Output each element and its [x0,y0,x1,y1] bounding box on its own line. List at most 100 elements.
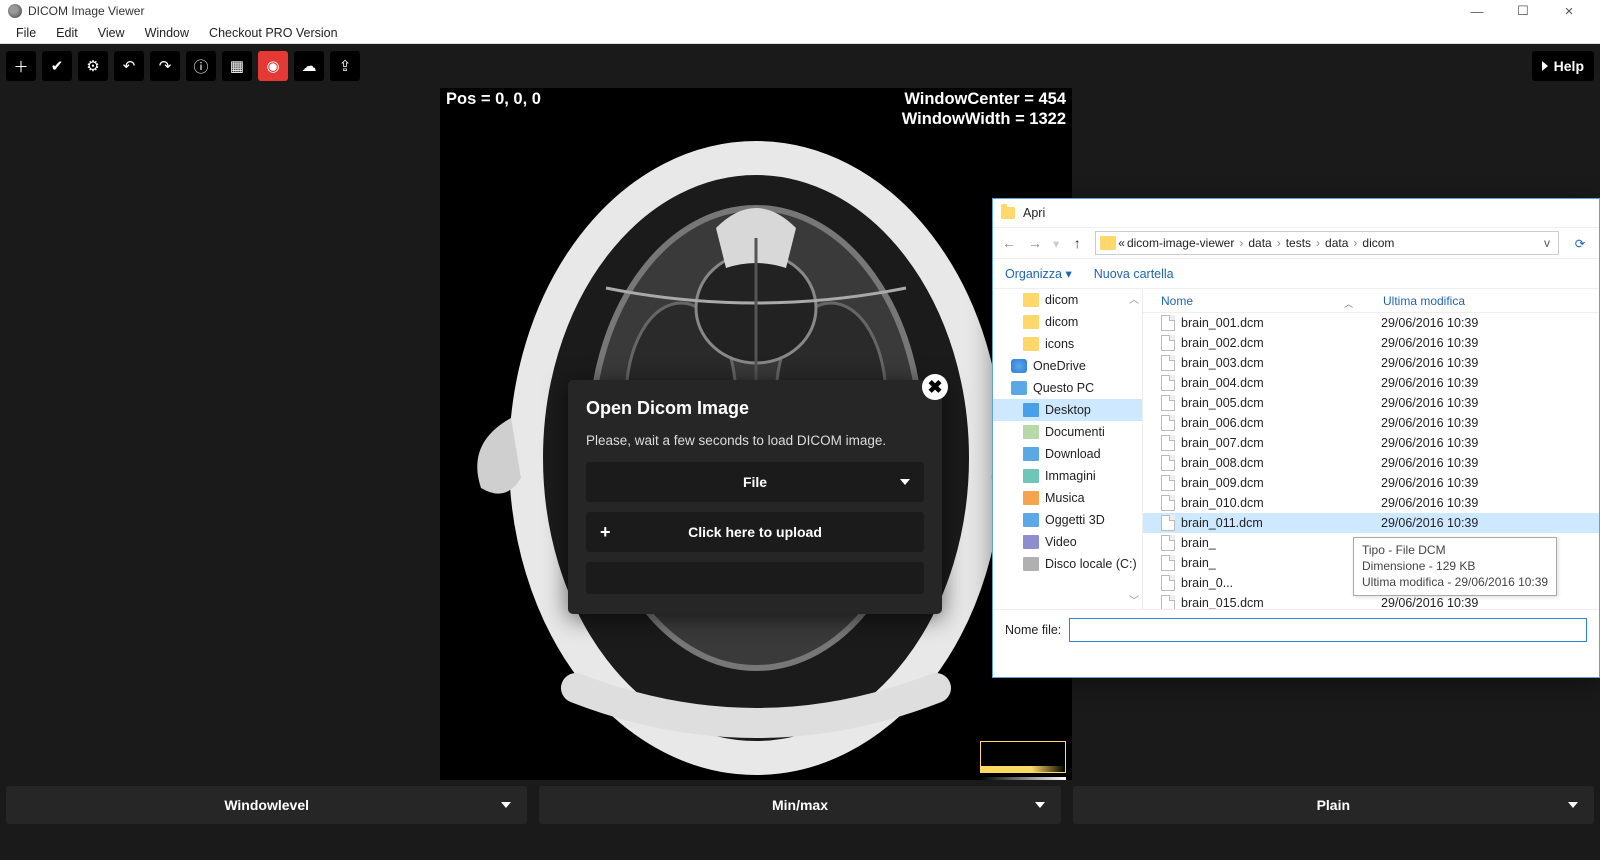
new-folder-button[interactable]: Nuova cartella [1094,267,1174,281]
dialog-file-list[interactable]: Nome︿ Ultima modifica brain_001.dcm29/06… [1143,289,1599,609]
selector-label: Min/max [772,797,828,813]
file-row[interactable]: brain_009.dcm29/06/2016 10:39 [1143,473,1599,493]
tree-item[interactable]: Desktop [993,399,1142,421]
scroll-down-icon[interactable]: ﹀ [1128,592,1140,607]
add-button[interactable]: ＋ [6,51,36,81]
selector-label: Plain [1317,797,1350,813]
file-name: brain_001.dcm [1181,316,1381,330]
grid-button[interactable]: ▦ [222,51,252,81]
breadcrumb-item[interactable]: dicom [1362,236,1394,250]
redo-button[interactable]: ↷ [150,51,180,81]
onedrive-icon [1011,359,1027,373]
tree-item[interactable]: Questo PC [993,377,1142,399]
file-date: 29/06/2016 10:39 [1381,596,1599,609]
file-row[interactable]: brain_010.dcm29/06/2016 10:39 [1143,493,1599,513]
info-button[interactable]: ⓘ [186,51,216,81]
tree-item[interactable]: Oggetti 3D [993,509,1142,531]
file-row[interactable]: brain_011.dcm29/06/2016 10:39 [1143,513,1599,533]
upload-button[interactable]: + Click here to upload [586,512,924,552]
breadcrumb-item[interactable]: tests [1286,236,1311,250]
column-name[interactable]: Nome︿ [1143,294,1383,308]
modal-empty-slot [586,562,924,594]
maximize-button[interactable]: ☐ [1500,0,1546,22]
tree-item[interactable]: dicom [993,289,1142,311]
chevron-down-icon [900,479,910,485]
nav-back-button[interactable]: ← [1001,235,1017,251]
refresh-button[interactable]: ⟳ [1569,232,1591,254]
tree-item[interactable]: Video [993,531,1142,553]
close-window-button[interactable]: × [1546,0,1592,22]
file-row[interactable]: brain_002.dcm29/06/2016 10:39 [1143,333,1599,353]
canvas-area: Pos = 0, 0, 0 WindowCenter = 454 WindowW… [0,88,1600,780]
dialog-titlebar: Apri [993,199,1599,227]
file-row[interactable]: brain_005.dcm29/06/2016 10:39 [1143,393,1599,413]
tree-item[interactable]: OneDrive [993,355,1142,377]
file-icon [1161,415,1175,431]
tree-item[interactable]: Documenti [993,421,1142,443]
scroll-up-icon[interactable]: ︿ [1128,291,1140,306]
open-dicom-modal: ✖ Open Dicom Image Please, wait a few se… [568,380,942,614]
file-row[interactable]: brain_006.dcm29/06/2016 10:39 [1143,413,1599,433]
dialog-tree[interactable]: ︿ ﹀ dicomdicomiconsOneDriveQuesto PCDesk… [993,289,1143,609]
file-row[interactable]: brain_008.dcm29/06/2016 10:39 [1143,453,1599,473]
tree-item-label: Questo PC [1033,381,1094,395]
file-tooltip: Tipo - File DCM Dimensione - 129 KB Ulti… [1353,537,1557,596]
help-button[interactable]: Help [1532,51,1594,81]
file-date: 29/06/2016 10:39 [1381,316,1599,330]
breadcrumb-item[interactable]: « [1118,236,1125,250]
settings-button[interactable]: ⚙ [78,51,108,81]
breadcrumb[interactable]: « dicom-image-viewer› data› tests› data›… [1095,231,1559,255]
nav-up-button[interactable]: ↑ [1069,235,1085,251]
record-button[interactable]: ◉ [258,51,288,81]
tree-item[interactable]: Disco locale (C:) [993,553,1142,575]
plus-icon: + [600,522,611,543]
nav-forward-button[interactable]: → [1027,235,1043,251]
cloud-button[interactable]: ☁ [294,51,324,81]
file-row[interactable]: brain_003.dcm29/06/2016 10:39 [1143,353,1599,373]
breadcrumb-item[interactable]: dicom-image-viewer [1127,236,1234,250]
file-icon [1161,355,1175,371]
selector-plain[interactable]: Plain [1073,786,1594,824]
file-name: brain_011.dcm [1181,516,1381,530]
file-row[interactable]: brain_007.dcm29/06/2016 10:39 [1143,433,1599,453]
organize-menu[interactable]: Organizza ▾ [1005,266,1072,281]
file-type-label: File [743,474,767,490]
folder-icon [1001,207,1015,219]
menu-window[interactable]: Window [135,24,199,42]
modal-close-button[interactable]: ✖ [922,374,948,400]
breadcrumb-item[interactable]: data [1325,236,1348,250]
file-date: 29/06/2016 10:39 [1381,396,1599,410]
folder-icon [1023,315,1039,329]
file-icon [1161,595,1175,609]
filename-input[interactable] [1069,618,1587,642]
menu-checkout-pro[interactable]: Checkout PRO Version [199,24,348,42]
tree-item[interactable]: dicom [993,311,1142,333]
file-type-selector[interactable]: File [586,462,924,502]
selector-minmax[interactable]: Min/max [539,786,1060,824]
file-name: brain_0... [1181,576,1381,590]
tree-item[interactable]: icons [993,333,1142,355]
minimize-button[interactable]: — [1454,0,1500,22]
file-row[interactable]: brain_004.dcm29/06/2016 10:39 [1143,373,1599,393]
check-button[interactable]: ✔ [42,51,72,81]
selector-windowlevel[interactable]: Windowlevel [6,786,527,824]
column-date[interactable]: Ultima modifica [1383,294,1599,308]
file-date: 29/06/2016 10:39 [1381,336,1599,350]
undo-button[interactable]: ↶ [114,51,144,81]
file-date: 29/06/2016 10:39 [1381,516,1599,530]
menu-edit[interactable]: Edit [46,24,88,42]
breadcrumb-item[interactable]: data [1248,236,1271,250]
tree-item[interactable]: Musica [993,487,1142,509]
file-name: brain_002.dcm [1181,336,1381,350]
file-row[interactable]: brain_001.dcm29/06/2016 10:39 [1143,313,1599,333]
tree-item[interactable]: Immagini [993,465,1142,487]
menu-file[interactable]: File [6,24,46,42]
tree-item[interactable]: Download [993,443,1142,465]
file-name: brain_ [1181,556,1381,570]
export-button[interactable]: ⇪ [330,51,360,81]
file-date: 29/06/2016 10:39 [1381,456,1599,470]
file-icon [1161,455,1175,471]
menu-view[interactable]: View [88,24,135,42]
chevron-right-icon [1542,61,1548,71]
file-date: 29/06/2016 10:39 [1381,376,1599,390]
